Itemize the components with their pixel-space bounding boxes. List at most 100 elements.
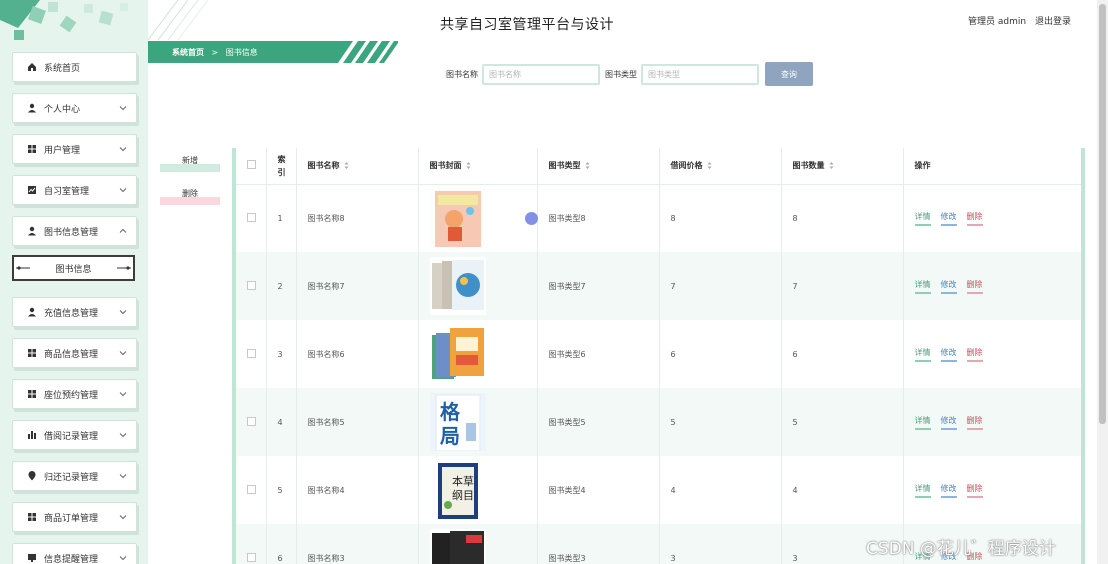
scrollbar-thumb[interactable] (1099, 4, 1106, 424)
delete-row-button[interactable]: 删除 (966, 483, 983, 498)
sidebar-item[interactable]: 信息提醒管理 (12, 543, 137, 564)
location-icon (28, 471, 36, 481)
sidebar-item[interactable]: 个人中心 (12, 93, 137, 123)
book-cover-image (429, 529, 486, 564)
row-checkbox[interactable] (247, 348, 256, 358)
sidebar-item[interactable]: 用户管理 (12, 134, 137, 164)
row-checkbox[interactable] (247, 484, 256, 494)
book-cover-image (429, 325, 486, 383)
watermark: CSDN @花儿゛程序设计 (866, 539, 1056, 559)
book-type-input[interactable] (641, 64, 759, 85)
edit-button[interactable]: 修改 (940, 279, 957, 294)
detail-button[interactable]: 详情 (914, 347, 931, 362)
detail-button[interactable]: 详情 (914, 279, 931, 294)
column-header-price[interactable]: 借阅价格 (659, 148, 782, 185)
row-cover-cell (418, 252, 538, 320)
row-select-cell (236, 524, 267, 564)
sidebar-decoration (0, 0, 148, 52)
sidebar-item[interactable]: 借阅记录管理 (12, 420, 137, 450)
row-book-type: 图书类型7 (537, 252, 660, 320)
row-select-cell (236, 252, 267, 320)
sidebar-item[interactable]: 图书信息管理 (12, 216, 137, 246)
breadcrumb-home[interactable]: 系统首页 (172, 48, 204, 57)
row-book-name: 图书名称4 (296, 456, 419, 524)
delete-row-button[interactable]: 删除 (966, 347, 983, 362)
table-row: 5 图书名称4 本草 纲目 图书类型4 4 4 详情 修改 删除 (236, 456, 1081, 524)
row-checkbox[interactable] (247, 212, 256, 222)
sidebar-item-label: 商品订单管理 (44, 513, 99, 524)
chevron-down-icon (119, 515, 127, 520)
chart-icon (28, 186, 36, 194)
column-label: 图书名称 (307, 161, 340, 171)
svg-text:纲目: 纲目 (452, 489, 474, 502)
svg-text:格: 格 (440, 400, 461, 424)
select-all-checkbox[interactable] (247, 160, 256, 170)
row-index: 3 (266, 320, 297, 388)
detail-button[interactable]: 详情 (914, 415, 931, 430)
edit-button[interactable]: 修改 (940, 347, 957, 362)
sidebar-item-label: 充值信息管理 (44, 308, 99, 319)
delete-row-button[interactable]: 删除 (966, 211, 983, 226)
sort-icon[interactable] (585, 161, 590, 170)
sidebar-item-label: 系统首页 (44, 63, 81, 74)
chevron-down-icon (119, 147, 127, 152)
row-cover-cell (418, 524, 538, 564)
column-header-cover[interactable]: 图书封面 (418, 148, 538, 185)
detail-button[interactable]: 详情 (914, 483, 931, 498)
sidebar-subitem-book-info[interactable]: 图书信息 (12, 255, 135, 281)
delete-row-button[interactable]: 删除 (966, 279, 983, 294)
row-index: 4 (266, 388, 297, 456)
sort-icon[interactable] (344, 161, 349, 170)
row-checkbox[interactable] (247, 280, 256, 290)
row-checkbox[interactable] (247, 416, 256, 426)
column-label: 图书数量 (792, 161, 825, 171)
edit-button[interactable]: 修改 (940, 415, 957, 430)
chevron-down-icon (119, 188, 127, 193)
book-name-input[interactable] (482, 64, 600, 85)
sort-icon[interactable] (829, 161, 834, 170)
sidebar-item[interactable]: 商品订单管理 (12, 502, 137, 532)
page-scrollbar[interactable] (1097, 0, 1108, 564)
row-price: 8 (659, 184, 782, 252)
sidebar-item[interactable]: 系统首页 (12, 52, 137, 82)
column-header-type[interactable]: 图书类型 (537, 148, 660, 185)
row-qty: 4 (781, 456, 904, 524)
sidebar: 系统首页个人中心用户管理自习室管理图书信息管理充值信息管理 商品信息管理 座位预约管… (0, 0, 148, 564)
table-header-row: 索引 图书名称 图书封面 图书类型 借阅价格 图书数量 操作 (236, 148, 1081, 185)
user-area: 管理员 admin 退出登录 (968, 14, 1077, 27)
sidebar-item-label: 用户管理 (44, 145, 81, 156)
column-label: 操作 (914, 161, 931, 171)
sort-icon[interactable] (466, 161, 471, 170)
add-button[interactable]: 新增 (160, 153, 220, 172)
sidebar-item-label: 归还记录管理 (44, 472, 99, 483)
detail-button[interactable]: 详情 (914, 211, 931, 226)
book-cover-image (429, 257, 486, 315)
sidebar-item[interactable]: 座位预约管理 (12, 379, 137, 409)
column-header-name[interactable]: 图书名称 (296, 148, 419, 185)
row-cover-cell (418, 320, 538, 388)
delete-row-button[interactable]: 删除 (966, 415, 983, 430)
chevron-down-icon (119, 474, 127, 479)
edit-button[interactable]: 修改 (940, 211, 957, 226)
sidebar-item-label: 座位预约管理 (44, 390, 99, 401)
sort-icon[interactable] (707, 161, 712, 170)
logout-link[interactable]: 退出登录 (1035, 17, 1071, 27)
row-actions: 详情 修改 删除 (903, 388, 1081, 456)
sidebar-item[interactable]: 自习室管理 (12, 175, 137, 205)
sidebar-item[interactable]: 充值信息管理 (12, 297, 137, 327)
sidebar-item-label: 商品信息管理 (44, 349, 99, 360)
user-role-label: 管理员 admin (968, 17, 1027, 27)
column-label: 图书类型 (548, 161, 581, 171)
column-header-qty[interactable]: 图书数量 (781, 148, 904, 185)
column-header-actions: 操作 (903, 148, 1081, 185)
grid-icon (28, 145, 36, 153)
sidebar-item[interactable]: 商品信息管理 (12, 338, 137, 368)
mouse-cursor-indicator (525, 212, 538, 225)
search-button[interactable]: 查询 (765, 62, 813, 86)
row-book-name: 图书名称7 (296, 252, 419, 320)
edit-button[interactable]: 修改 (940, 483, 957, 498)
sidebar-item[interactable]: 归还记录管理 (12, 461, 137, 491)
row-checkbox[interactable] (247, 552, 256, 562)
grid-icon (28, 390, 36, 398)
delete-button[interactable]: 删除 (160, 186, 220, 205)
